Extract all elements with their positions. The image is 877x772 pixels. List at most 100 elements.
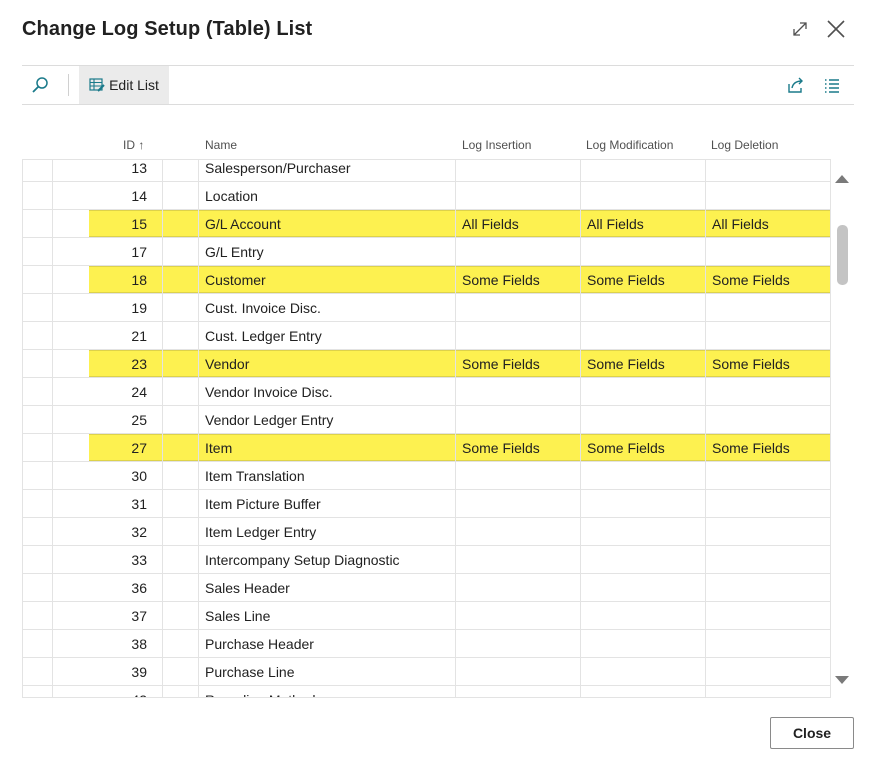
cell-name: Intercompany Setup Diagnostic xyxy=(205,552,400,568)
table-bottom-border xyxy=(22,697,831,698)
table-row[interactable]: 32 Item Ledger Entry xyxy=(22,518,831,546)
cell-id: 39 xyxy=(131,664,147,680)
table-row[interactable]: 36 Sales Header xyxy=(22,574,831,602)
cell-name: Vendor Invoice Disc. xyxy=(205,384,333,400)
cell-log-insertion: All Fields xyxy=(462,216,519,232)
cell-log-deletion: Some Fields xyxy=(712,272,790,288)
cell-name: Sales Line xyxy=(205,608,271,624)
page-title: Change Log Setup (Table) List xyxy=(22,18,313,40)
cell-id: 27 xyxy=(131,440,147,456)
triangle-down-icon xyxy=(835,676,849,684)
table-row[interactable]: 18 Customer Some Fields Some Fields Some Fie… xyxy=(22,266,831,294)
close-icon[interactable] xyxy=(825,18,847,40)
table-row[interactable]: 13 Salesperson/Purchaser xyxy=(22,160,831,182)
table-body: 42Rounding Method39Purchase Line38Purcha… xyxy=(22,159,831,698)
table-row[interactable]: 15 G/L Account All Fields All Fields All Fie… xyxy=(22,210,831,238)
cell-log-deletion: All Fields xyxy=(712,216,769,232)
search-button[interactable] xyxy=(22,66,58,104)
grid-line xyxy=(198,160,199,698)
table-row[interactable]: 39 Purchase Line xyxy=(22,658,831,686)
action-bar: Edit List xyxy=(22,65,854,105)
cell-name: Salesperson/Purchaser xyxy=(205,160,351,176)
table-row[interactable]: 33 Intercompany Setup Diagnostic xyxy=(22,546,831,574)
cell-name: Item Translation xyxy=(205,468,305,484)
table-row[interactable]: 17 G/L Entry xyxy=(22,238,831,266)
cell-name: Item xyxy=(205,440,233,456)
cell-id: 21 xyxy=(131,328,147,344)
scroll-up-button[interactable] xyxy=(834,172,850,186)
table-row[interactable]: 25 Vendor Ledger Entry xyxy=(22,406,831,434)
table-row[interactable]: 23 Vendor Some Fields Some Fields Some Field… xyxy=(22,350,831,378)
cell-id: 30 xyxy=(131,468,147,484)
cell-id: 13 xyxy=(131,160,147,176)
grid-line xyxy=(162,160,163,698)
grid-line xyxy=(52,160,53,698)
table-row[interactable]: 38 Purchase Header xyxy=(22,630,831,658)
cell-log-modification: Some Fields xyxy=(587,440,665,456)
cell-log-modification: All Fields xyxy=(587,216,644,232)
cell-name: Cust. Invoice Disc. xyxy=(205,300,321,316)
share-icon xyxy=(788,77,803,93)
table-row[interactable]: 31 Item Picture Buffer xyxy=(22,490,831,518)
cell-id: 24 xyxy=(131,384,147,400)
cell-log-deletion: Some Fields xyxy=(712,440,790,456)
column-header-log-insertion[interactable]: Log Insertion xyxy=(462,138,531,152)
sort-ascending-icon: ↑ xyxy=(138,138,145,152)
edit-list-button[interactable]: Edit List xyxy=(79,66,169,104)
table-row[interactable]: 30 Item Translation xyxy=(22,462,831,490)
cell-name: G/L Account xyxy=(205,216,281,232)
column-header-log-deletion[interactable]: Log Deletion xyxy=(711,138,778,152)
column-header-id[interactable]: ID ↑ xyxy=(123,138,144,152)
table-row[interactable]: 19 Cust. Invoice Disc. xyxy=(22,294,831,322)
cell-log-insertion: Some Fields xyxy=(462,440,540,456)
cell-id: 36 xyxy=(131,580,147,596)
column-header-name[interactable]: Name xyxy=(205,138,237,152)
cell-id: 15 xyxy=(131,216,147,232)
table-row[interactable]: 27 Item Some Fields Some Fields Some Fields xyxy=(22,434,831,462)
edit-list-icon xyxy=(89,78,105,92)
cell-log-insertion: Some Fields xyxy=(462,272,540,288)
expand-icon[interactable] xyxy=(789,18,811,40)
table-row[interactable]: 37 Sales Line xyxy=(22,602,831,630)
list-icon xyxy=(825,79,839,93)
scroll-down-button[interactable] xyxy=(834,673,850,687)
share-button[interactable] xyxy=(782,66,810,104)
column-header-log-modification[interactable]: Log Modification xyxy=(586,138,673,152)
column-header-id-label: ID xyxy=(123,138,135,152)
triangle-up-icon xyxy=(835,175,849,183)
table-row[interactable]: 24 Vendor Invoice Disc. xyxy=(22,378,831,406)
cell-id: 32 xyxy=(131,524,147,540)
table-row[interactable]: 14 Location xyxy=(22,182,831,210)
table-row[interactable]: 21 Cust. Ledger Entry xyxy=(22,322,831,350)
close-button[interactable]: Close xyxy=(770,717,854,749)
cell-name: Item Ledger Entry xyxy=(205,524,317,540)
cell-name: Location xyxy=(205,188,258,204)
cell-id: 31 xyxy=(131,496,147,512)
cell-log-modification: Some Fields xyxy=(587,272,665,288)
cell-id: 37 xyxy=(131,608,147,624)
cell-name: Vendor Ledger Entry xyxy=(205,412,334,428)
cell-log-deletion: Some Fields xyxy=(712,356,790,372)
cell-id: 38 xyxy=(131,636,147,652)
search-icon xyxy=(32,77,48,93)
cell-id: 17 xyxy=(131,244,147,260)
grid-line xyxy=(830,160,831,698)
toolbar-divider xyxy=(68,74,69,96)
cell-name: G/L Entry xyxy=(205,244,264,260)
cell-name: Purchase Line xyxy=(205,664,295,680)
cell-log-modification: Some Fields xyxy=(587,356,665,372)
cell-id: 33 xyxy=(131,552,147,568)
grid-line xyxy=(580,160,581,698)
cell-id: 18 xyxy=(131,272,147,288)
grid-line xyxy=(455,160,456,698)
scrollbar-thumb[interactable] xyxy=(837,225,848,285)
cell-log-insertion: Some Fields xyxy=(462,356,540,372)
cell-id: 14 xyxy=(131,188,147,204)
list-view-button[interactable] xyxy=(818,66,846,104)
cell-name: Cust. Ledger Entry xyxy=(205,328,322,344)
cell-name: Item Picture Buffer xyxy=(205,496,321,512)
cell-id: 25 xyxy=(131,412,147,428)
cell-id: 23 xyxy=(131,356,147,372)
cell-name: Purchase Header xyxy=(205,636,314,652)
cell-name: Vendor xyxy=(205,356,250,372)
